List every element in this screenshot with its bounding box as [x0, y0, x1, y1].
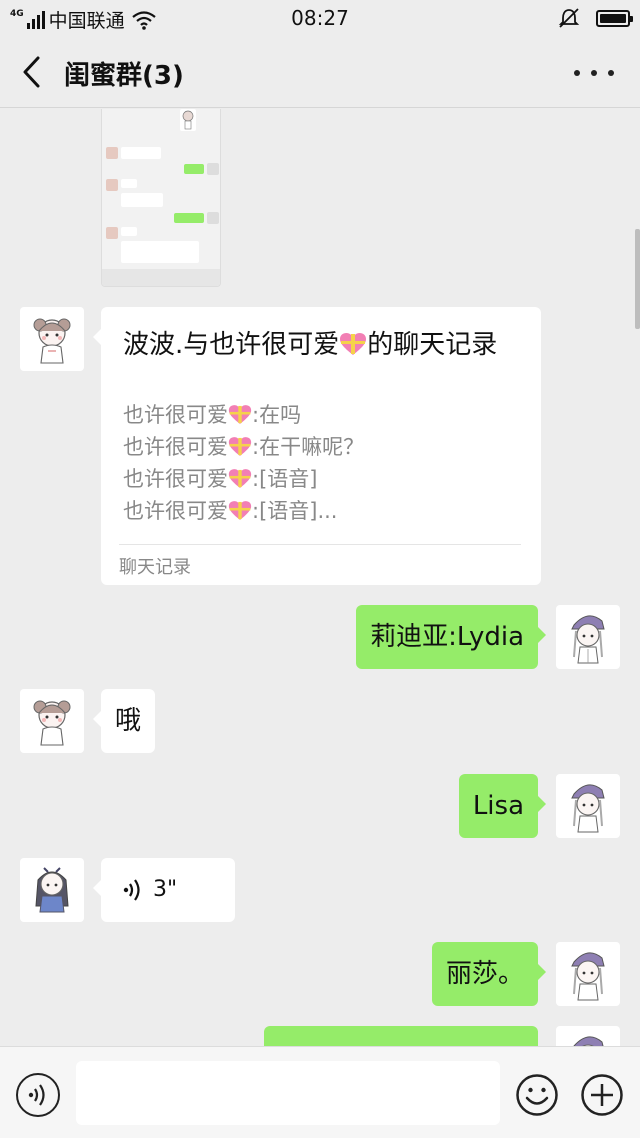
- record-footer: 聊天记录: [119, 557, 191, 578]
- message-bubble-sent[interactable]: 莉迪亚:Lydia: [356, 605, 546, 669]
- mute-bell-icon: [558, 8, 580, 28]
- message-bubble-sent[interactable]: Lisa: [458, 774, 547, 838]
- avatar-self[interactable]: [556, 605, 620, 669]
- voice-input-icon: [28, 1084, 45, 1106]
- record-line: 也许很可爱:[语音]: [123, 467, 318, 491]
- mini-input-bar: [102, 269, 220, 286]
- status-right: [558, 7, 633, 29]
- avatar-self[interactable]: [556, 1026, 620, 1046]
- mini-bubble: [174, 213, 204, 223]
- heart-gift-icon: [228, 501, 252, 520]
- status-time: 08:27: [291, 6, 349, 30]
- plus-button[interactable]: [580, 1073, 624, 1117]
- input-bar: [0, 1046, 640, 1138]
- voice-input-button[interactable]: [16, 1073, 60, 1117]
- record-line: 也许很可爱:[语音]...: [123, 499, 338, 523]
- record-line: 也许很可爱:在吗: [123, 403, 302, 427]
- message-bubble-received[interactable]: 哦: [92, 689, 156, 753]
- record-title: 波波.与也许很可爱 的聊天记录: [123, 330, 498, 360]
- message-bubble-sent[interactable]: 丽莎。: [431, 942, 547, 1006]
- heart-gift-icon: [340, 333, 367, 355]
- scrollbar[interactable]: [635, 229, 640, 329]
- title-bar: 闺蜜群(3): [0, 36, 640, 108]
- back-icon: [23, 56, 40, 88]
- voice-duration: 3": [153, 877, 178, 902]
- mini-avatar: [106, 227, 118, 239]
- mini-bubble: [121, 193, 163, 207]
- record-line: 也许很可爱:在干嘛呢？: [123, 435, 365, 459]
- avatar-self[interactable]: [556, 774, 620, 838]
- more-button[interactable]: [574, 58, 614, 88]
- heart-gift-icon: [228, 405, 252, 424]
- mini-avatar: [106, 179, 118, 191]
- emoji-button[interactable]: [515, 1073, 559, 1117]
- message-input[interactable]: [76, 1061, 500, 1125]
- avatar[interactable]: [20, 689, 84, 753]
- mini-bubble: [121, 227, 137, 236]
- mini-avatar: [207, 163, 219, 175]
- chat-title: 闺蜜群(3): [64, 61, 184, 91]
- mini-avatar: [106, 147, 118, 159]
- mini-bubble: [184, 164, 204, 174]
- avatar[interactable]: [20, 858, 84, 922]
- chat-record-card[interactable]: 波波.与也许很可爱 的聊天记录 也许很可爱:在吗 也许很可爱:在干嘛呢？ 也许很可…: [93, 307, 541, 585]
- mini-avatar: [180, 109, 196, 131]
- message-bubble-sent-partial[interactable]: [264, 1026, 538, 1046]
- mini-bubble: [121, 241, 199, 263]
- more-icon: [574, 70, 580, 76]
- image-message[interactable]: [101, 109, 221, 287]
- mini-bubble: [121, 147, 161, 159]
- voice-message-bubble[interactable]: 3": [93, 858, 235, 922]
- avatar[interactable]: [20, 307, 84, 371]
- status-bar: 4G 中国联通 08:27: [0, 0, 640, 36]
- plus-icon: [581, 1074, 623, 1116]
- emoji-icon: [516, 1074, 558, 1116]
- record-lines: 也许很可爱:在吗 也许很可爱:在干嘛呢？ 也许很可爱:[语音] 也许很可爱:[语…: [123, 399, 523, 527]
- chat-area[interactable]: 波波.与也许很可爱 的聊天记录 也许很可爱:在吗 也许很可爱:在干嘛呢？ 也许很可…: [0, 109, 640, 1046]
- voice-wave-icon: [123, 879, 140, 901]
- heart-gift-icon: [228, 437, 252, 456]
- record-divider: [119, 544, 521, 545]
- mini-avatar: [207, 212, 219, 224]
- avatar-self[interactable]: [556, 942, 620, 1006]
- battery-icon: [596, 9, 633, 27]
- back-button[interactable]: [14, 52, 54, 92]
- heart-gift-icon: [228, 469, 252, 488]
- mini-bubble: [121, 179, 137, 188]
